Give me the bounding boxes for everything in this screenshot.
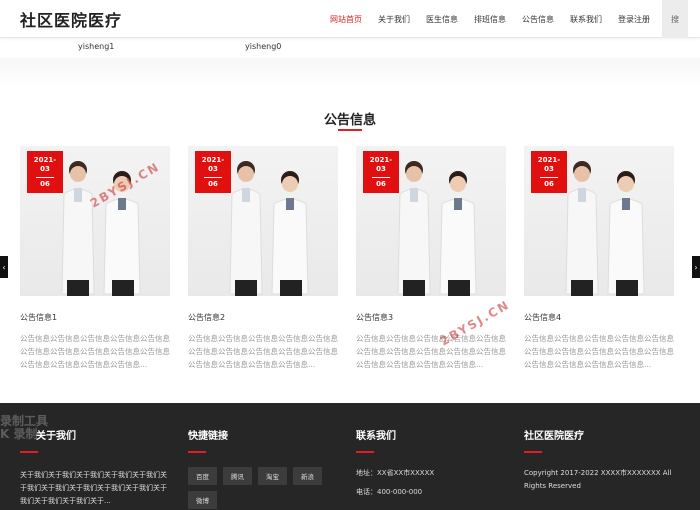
- search-button[interactable]: 搜: [662, 0, 688, 38]
- footer-contact: 联系我们 地址：XX省XX市XXXXX 电话：400-000-000: [356, 427, 506, 499]
- footer-about: 关于我们 关于我们关于我们关于我们关于我们关于我们关于我们关于我们关于我们关于我…: [20, 427, 170, 508]
- footer-contact-title: 联系我们: [356, 431, 396, 442]
- doctor-name[interactable]: yisheng0: [245, 42, 281, 51]
- search-icon: 搜: [671, 14, 679, 24]
- notice-title[interactable]: 公告信息2: [188, 312, 338, 323]
- notice-image[interactable]: 2021- 03 06: [356, 146, 506, 296]
- nav-item-home[interactable]: 网站首页: [330, 14, 362, 25]
- site-header: 社区医院医疗 网站首页 关于我们 医生信息 排班信息 公告信息 联系我们 登录注…: [0, 0, 700, 38]
- nav-item-schedule[interactable]: 排班信息: [474, 14, 506, 25]
- footer-divider: [20, 451, 38, 453]
- nav-item-about[interactable]: 关于我们: [378, 14, 410, 25]
- footer-links: 快捷链接 百度 腾讯 淘宝 新浪 微博: [188, 427, 338, 510]
- site-footer: 录制工具 K 录制 关于我们 关于我们关于我们关于我们关于我们关于我们关于我们关…: [0, 403, 700, 510]
- nav-item-notices[interactable]: 公告信息: [522, 14, 554, 25]
- date-badge: 2021- 03 06: [531, 151, 567, 193]
- main-nav: 网站首页 关于我们 医生信息 排班信息 公告信息 联系我们 登录注册 搜: [314, 0, 688, 38]
- footer-divider: [356, 451, 374, 453]
- date-badge: 2021- 03 06: [27, 151, 63, 193]
- notice-desc: 公告信息公告信息公告信息公告信息公告信息公告信息公告信息公告信息公告信息公告信息…: [356, 334, 506, 369]
- notice-card[interactable]: 2021- 03 06 公告信息4 公告信息公告信息公告信息公告信息公告信息公告…: [524, 146, 674, 372]
- footer-about-text: 关于我们关于我们关于我们关于我们关于我们关于我们关于我们关于我们关于我们关于我们…: [20, 471, 167, 505]
- doctor-name[interactable]: yisheng1: [78, 42, 114, 51]
- footer-brand-title: 社区医院医疗: [524, 431, 584, 442]
- nav-item-contact[interactable]: 联系我们: [570, 14, 602, 25]
- notice-title[interactable]: 公告信息1: [20, 312, 170, 323]
- section-title: 公告信息: [323, 113, 376, 128]
- nav-item-login[interactable]: 登录注册: [618, 14, 650, 25]
- notice-desc: 公告信息公告信息公告信息公告信息公告信息公告信息公告信息公告信息公告信息公告信息…: [20, 334, 170, 369]
- footer-copyright: Copyright 2017-2022 XXXX市XXXXXXX All Rig…: [524, 469, 672, 490]
- notice-card[interactable]: 2021- 03 06 公告信息3 公告信息公告信息公告信息公告信息公告信息公告…: [356, 146, 506, 372]
- title-underline: [338, 129, 362, 131]
- date-badge: 2021- 03 06: [195, 151, 231, 193]
- site-logo[interactable]: 社区医院医疗: [20, 7, 122, 31]
- carousel-prev-button[interactable]: ‹: [0, 256, 8, 278]
- footer-links-title: 快捷链接: [188, 431, 228, 442]
- date-badge: 2021- 03 06: [363, 151, 399, 193]
- footer-link-sina[interactable]: 新浪: [293, 467, 322, 485]
- footer-address: 地址：XX省XX市XXXXX: [356, 469, 435, 477]
- footer-divider: [188, 451, 206, 453]
- chevron-left-icon: ‹: [2, 262, 6, 272]
- footer-link-list: 百度 腾讯 淘宝 新浪 微博: [188, 467, 338, 510]
- footer-phone: 电话：400-000-000: [356, 488, 423, 496]
- footer-link-baidu[interactable]: 百度: [188, 467, 217, 485]
- footer-about-title: 关于我们: [36, 431, 76, 442]
- notice-image[interactable]: 2021- 03 06: [188, 146, 338, 296]
- footer-link-weibo[interactable]: 微博: [188, 491, 217, 509]
- notice-image[interactable]: 2021- 03 06: [524, 146, 674, 296]
- notice-title[interactable]: 公告信息4: [524, 312, 674, 323]
- footer-link-taobao[interactable]: 淘宝: [258, 467, 287, 485]
- footer-brand: 社区医院医疗 Copyright 2017-2022 XXXX市XXXXXXX …: [524, 427, 674, 493]
- notice-desc: 公告信息公告信息公告信息公告信息公告信息公告信息公告信息公告信息公告信息公告信息…: [188, 334, 338, 369]
- notice-card[interactable]: 2021- 03 06 公告信息2 公告信息公告信息公告信息公告信息公告信息公告…: [188, 146, 338, 372]
- footer-divider: [524, 451, 542, 453]
- banner-fade: [0, 58, 700, 88]
- chevron-right-icon: ›: [694, 262, 698, 272]
- notice-desc: 公告信息公告信息公告信息公告信息公告信息公告信息公告信息公告信息公告信息公告信息…: [524, 334, 674, 369]
- nav-item-doctors[interactable]: 医生信息: [426, 14, 458, 25]
- carousel-next-button[interactable]: ›: [692, 256, 700, 278]
- footer-link-tencent[interactable]: 腾讯: [223, 467, 252, 485]
- doctor-strip: yisheng1 yisheng0: [0, 38, 700, 58]
